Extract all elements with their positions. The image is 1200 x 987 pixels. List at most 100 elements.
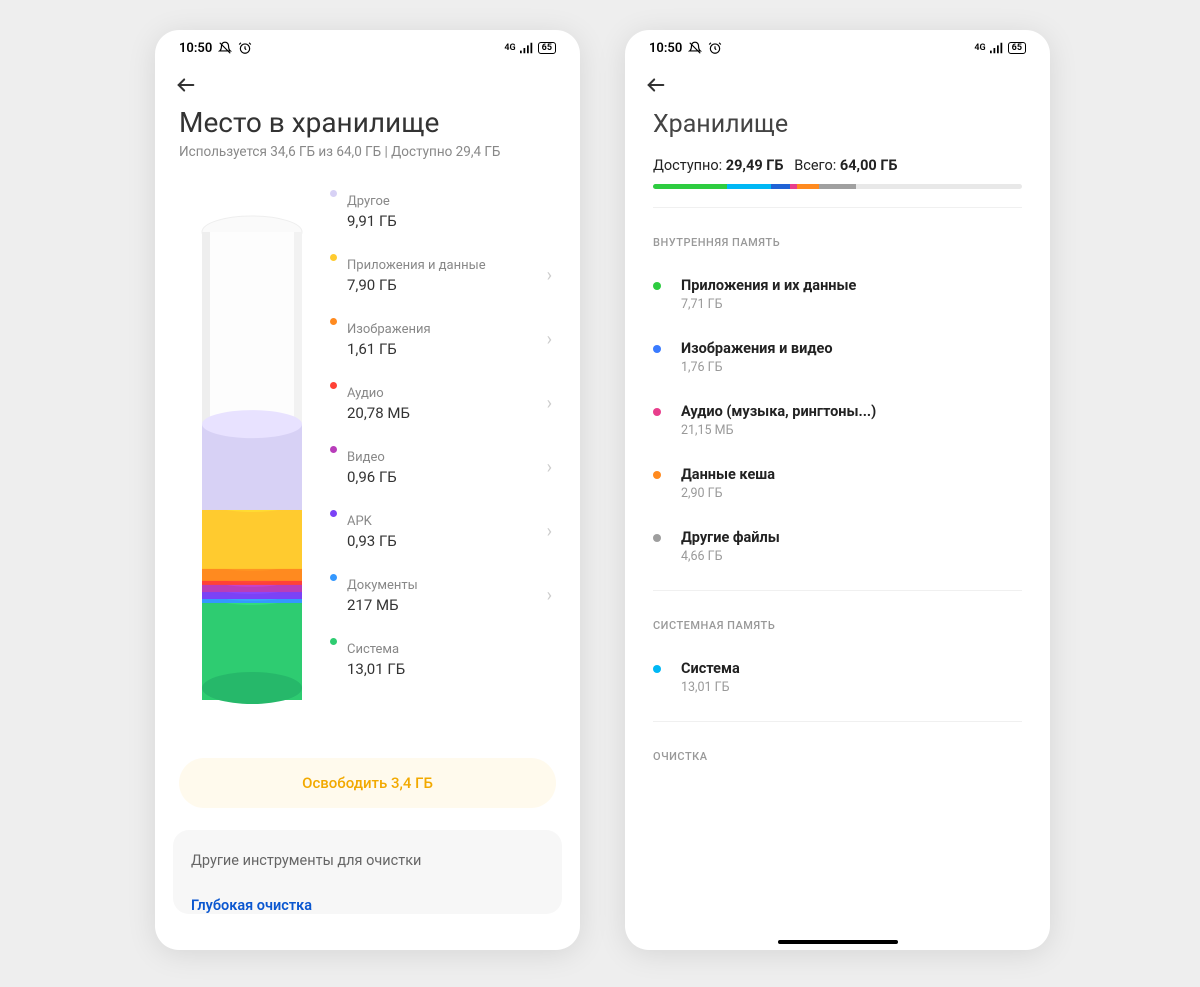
legend-dot-icon xyxy=(330,382,337,389)
legend-value: 7,90 ГБ xyxy=(347,276,547,294)
bar-segment xyxy=(819,184,856,189)
other-tools-card: Другие инструменты для очистки Глубокая … xyxy=(173,830,562,914)
legend-label: Изображения xyxy=(347,322,547,338)
legend-item-4[interactable]: Видео 0,96 ГБ› xyxy=(330,436,556,500)
category-dot-icon xyxy=(653,665,661,673)
battery-icon: 65 xyxy=(1008,42,1026,54)
item-label: Аудио (музыка, рингтоны...) xyxy=(681,403,876,420)
legend-item-6[interactable]: Документы 217 МБ› xyxy=(330,564,556,628)
legend-dot-icon xyxy=(330,446,337,453)
legend-dot-icon xyxy=(330,638,337,645)
other-tools-title: Другие инструменты для очистки xyxy=(191,852,544,869)
legend-item-1[interactable]: Приложения и данные 7,90 ГБ› xyxy=(330,244,556,308)
legend-item-5[interactable]: APK 0,93 ГБ› xyxy=(330,500,556,564)
network-icon: 4G xyxy=(504,43,515,53)
item-value: 4,66 ГБ xyxy=(681,549,780,564)
legend-item-3[interactable]: Аудио20,78 МБ› xyxy=(330,372,556,436)
item-label: Приложения и их данные xyxy=(681,277,856,294)
item-label: Система xyxy=(681,660,740,677)
item-label: Другие файлы xyxy=(681,529,780,546)
storage-item: Система 13,01 ГБ xyxy=(625,646,1050,709)
alarm-icon xyxy=(708,41,722,55)
legend-value: 0,96 ГБ xyxy=(347,468,547,486)
chevron-right-icon: › xyxy=(547,521,556,542)
status-bar: 10:50 4G 65 xyxy=(155,30,580,66)
chevron-right-icon: › xyxy=(547,265,556,286)
signal-icon xyxy=(990,42,1004,54)
legend-value: 20,78 МБ xyxy=(347,404,547,422)
section-system: СИСТЕМНАЯ ПАМЯТЬ xyxy=(625,591,1050,646)
legend-dot-icon xyxy=(330,254,337,261)
phone-storage-overview: 10:50 4G 65 Хранилище Доступно: 29,49 ГБ… xyxy=(625,30,1050,950)
item-value: 2,90 ГБ xyxy=(681,486,775,501)
legend-label: APK xyxy=(347,514,547,530)
category-dot-icon xyxy=(653,345,661,353)
legend-dot-icon xyxy=(330,318,337,325)
category-dot-icon xyxy=(653,408,661,416)
category-dot-icon xyxy=(653,534,661,542)
legend-dot-icon xyxy=(330,510,337,517)
back-button[interactable] xyxy=(175,81,197,100)
back-button[interactable] xyxy=(645,81,667,100)
storage-cylinder-chart xyxy=(179,180,324,740)
category-dot-icon xyxy=(653,471,661,479)
storage-item[interactable]: Данные кеша 2,90 ГБ xyxy=(625,452,1050,515)
item-value: 7,71 ГБ xyxy=(681,297,856,312)
legend-label: Аудио xyxy=(347,386,547,402)
legend-dot-icon xyxy=(330,574,337,581)
chevron-right-icon: › xyxy=(547,585,556,606)
bar-segment xyxy=(790,184,797,189)
item-label: Изображения и видео xyxy=(681,340,833,357)
section-clean: ОЧИСТКА xyxy=(625,722,1050,777)
signal-icon xyxy=(520,42,534,54)
storage-subtitle: Используется 34,6 ГБ из 64,0 ГБ | Доступ… xyxy=(155,143,580,180)
home-indicator[interactable] xyxy=(778,940,898,944)
chevron-right-icon: › xyxy=(547,457,556,478)
deep-clean-link[interactable]: Глубокая очистка xyxy=(191,897,544,914)
storage-item[interactable]: Изображения и видео 1,76 ГБ xyxy=(625,326,1050,389)
status-time: 10:50 xyxy=(179,41,212,56)
section-internal: ВНУТРЕННЯЯ ПАМЯТЬ xyxy=(625,208,1050,263)
storage-bar xyxy=(653,184,1022,189)
legend-value: 1,61 ГБ xyxy=(347,340,547,358)
item-value: 13,01 ГБ xyxy=(681,680,740,695)
storage-item[interactable]: Другие файлы 4,66 ГБ xyxy=(625,515,1050,578)
legend-label: Другое xyxy=(347,194,556,210)
status-time: 10:50 xyxy=(649,41,682,56)
page-title: Место в хранилище xyxy=(155,104,580,143)
item-value: 21,15 МБ xyxy=(681,423,876,438)
storage-item[interactable]: Аудио (музыка, рингтоны...) 21,15 МБ xyxy=(625,389,1050,452)
item-label: Данные кеша xyxy=(681,466,775,483)
chevron-right-icon: › xyxy=(547,329,556,350)
alarm-icon xyxy=(238,41,252,55)
network-icon: 4G xyxy=(974,43,985,53)
page-title: Хранилище xyxy=(625,104,1050,157)
mute-icon xyxy=(218,41,232,55)
storage-item[interactable]: Приложения и их данные 7,71 ГБ xyxy=(625,263,1050,326)
item-value: 1,76 ГБ xyxy=(681,360,833,375)
legend-label: Система xyxy=(347,642,556,658)
legend-dot-icon xyxy=(330,190,337,197)
free-space-button[interactable]: Освободить 3,4 ГБ xyxy=(179,758,556,808)
legend-value: 217 МБ xyxy=(347,596,547,614)
bar-segment xyxy=(727,184,771,189)
status-bar: 10:50 4G 65 xyxy=(625,30,1050,66)
storage-legend: Другое9,91 ГБПриложения и данные7,90 ГБ›… xyxy=(324,180,556,740)
legend-label: Приложения и данные xyxy=(347,258,547,274)
category-dot-icon xyxy=(653,282,661,290)
legend-item-0: Другое 9,91 ГБ xyxy=(330,180,556,244)
legend-label: Документы xyxy=(347,578,547,594)
battery-icon: 65 xyxy=(538,42,556,54)
phone-storage-detail: 10:50 4G 65 Место в хранилище Использует… xyxy=(155,30,580,950)
legend-value: 9,91 ГБ xyxy=(347,212,556,230)
bar-segment xyxy=(797,184,819,189)
legend-item-2[interactable]: Изображения 1,61 ГБ› xyxy=(330,308,556,372)
legend-label: Видео xyxy=(347,450,547,466)
legend-value: 13,01 ГБ xyxy=(347,660,556,678)
legend-value: 0,93 ГБ xyxy=(347,532,547,550)
bar-segment xyxy=(771,184,789,189)
legend-item-7: Система 13,01 ГБ xyxy=(330,628,556,692)
mute-icon xyxy=(688,41,702,55)
storage-summary: Доступно: 29,49 ГБ Всего: 64,00 ГБ xyxy=(625,157,1050,184)
bar-segment xyxy=(653,184,727,189)
